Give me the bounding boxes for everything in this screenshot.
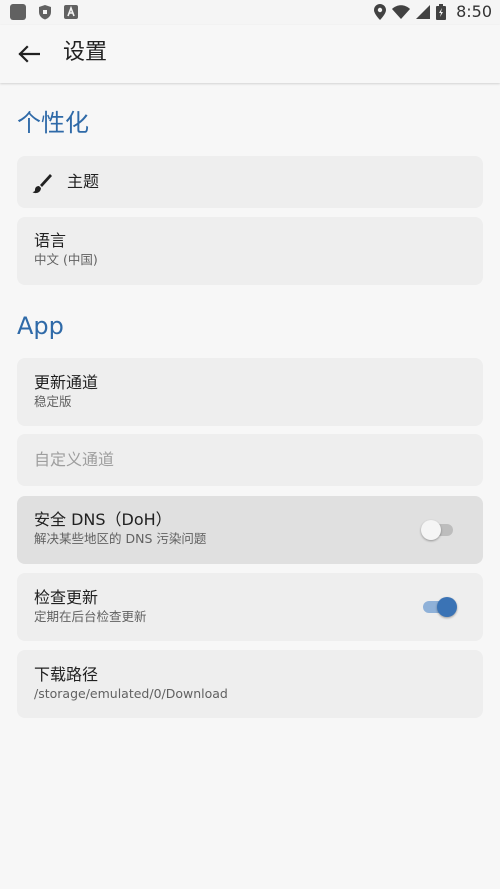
custom-channel-title: 自定义通道 [34,450,115,469]
update-channel-title: 更新通道 [34,373,99,392]
check-updates-switch[interactable] [421,594,457,620]
theme-title: 主题 [67,172,100,191]
battery-icon [436,4,447,20]
download-path-setting[interactable]: 下载路径 /storage/emulated/0/Download [17,650,483,718]
back-button[interactable] [10,35,48,73]
switch-thumb [421,520,441,540]
status-time: 8:50 [456,2,492,21]
section-title-app: App [17,312,64,340]
secure-dns-setting[interactable]: 安全 DNS（DoH） 解决某些地区的 DNS 污染问题 [17,496,483,564]
location-icon [374,4,387,20]
switch-thumb [437,597,457,617]
check-updates-subtitle: 定期在后台检查更新 [34,609,147,624]
gallery-icon [10,4,26,20]
section-title-personalization: 个性化 [17,109,89,137]
language-setting[interactable]: 语言 中文 (中国) [17,217,483,285]
check-updates-setting[interactable]: 检查更新 定期在后台检查更新 [17,573,483,641]
language-value: 中文 (中国) [34,252,98,267]
secure-dns-subtitle: 解决某些地区的 DNS 污染问题 [34,531,207,546]
app-bar: 设置 [0,25,500,83]
custom-channel-setting[interactable]: 自定义通道 [17,434,483,486]
check-updates-title: 检查更新 [34,588,99,607]
secure-dns-title: 安全 DNS（DoH） [34,510,172,529]
update-channel-setting[interactable]: 更新通道 稳定版 [17,358,483,426]
a-icon [64,5,78,19]
secure-dns-switch[interactable] [421,517,455,543]
brush-icon [32,174,52,194]
theme-setting[interactable]: 主题 [17,156,483,208]
language-title: 语言 [34,231,67,250]
signal-icon [416,5,431,19]
shield-icon [39,5,51,20]
status-bar: 8:50 [0,0,500,25]
arrow-left-icon [18,45,40,63]
download-path-value: /storage/emulated/0/Download [34,686,228,701]
wifi-icon [392,5,411,19]
download-path-title: 下载路径 [34,665,99,684]
update-channel-value: 稳定版 [34,394,72,409]
settings-screen: 8:50 设置 个性化 主题 语言 中文 (中国) App 更新通道 稳定版 自… [0,0,500,889]
page-title: 设置 [63,40,108,65]
